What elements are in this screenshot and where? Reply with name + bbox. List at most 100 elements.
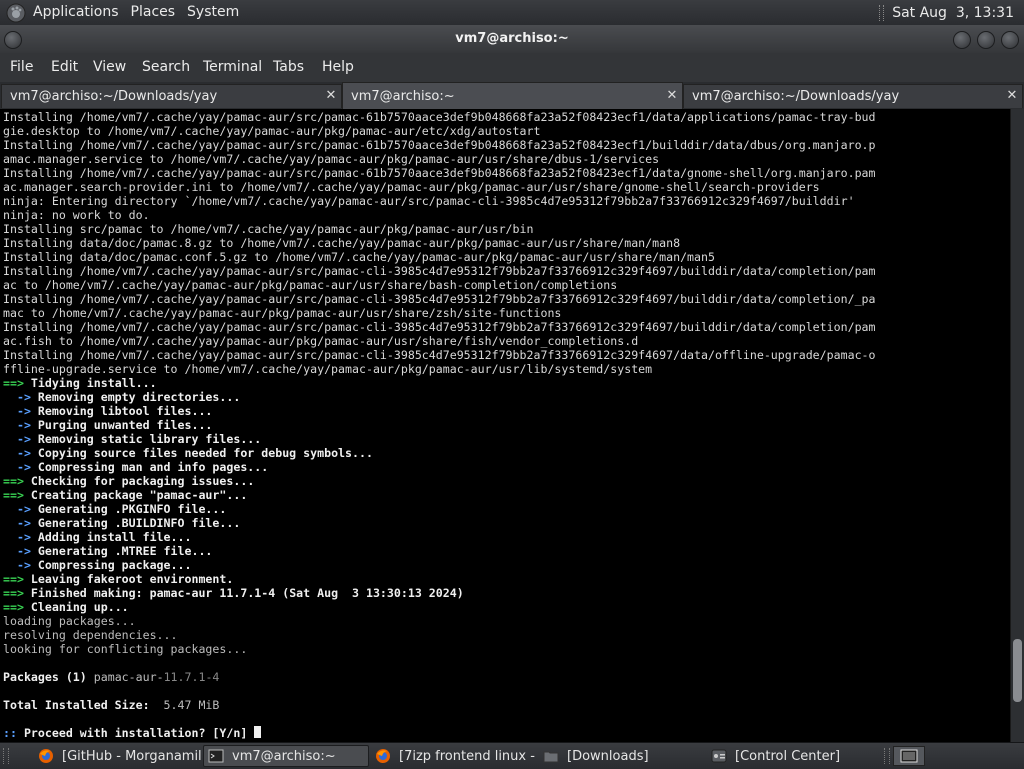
packages-label: Packages (1) [3, 670, 94, 684]
tab-label: vm7@archiso:~/Downloads/yay [692, 89, 900, 104]
stage-arrow: ==> [3, 376, 24, 390]
line-text: Generating .BUILDINFO file... [30, 516, 241, 530]
close-tab-icon[interactable]: ✕ [1005, 89, 1019, 103]
close-tab-icon[interactable]: ✕ [665, 89, 679, 103]
step-arrow: -> [3, 502, 31, 516]
terminal-line: -> Removing static library files... [3, 432, 876, 446]
terminal-line: -> Removing libtool files... [3, 404, 876, 418]
terminal-line: Installing data/doc/pamac.conf.5.gz to /… [3, 250, 876, 264]
applications-menu[interactable]: Applications [33, 0, 119, 25]
window-titlebar[interactable]: vm7@archiso:~ [0, 25, 1024, 53]
taskbar-item-control-center[interactable]: [Control Center] [707, 745, 877, 767]
terminal-line: ac to /home/vm7/.cache/yay/pamac-aur/pkg… [3, 278, 876, 292]
terminal-line: looking for conflicting packages... [3, 642, 876, 656]
gnome-foot-icon[interactable] [6, 3, 26, 23]
step-arrow: -> [3, 404, 31, 418]
terminal-line: -> Generating .MTREE file... [3, 544, 876, 558]
terminal-line: Installing /home/vm7/.cache/yay/pamac-au… [3, 292, 876, 306]
taskbar-item-label: [GitHub - Morganamil... [62, 748, 202, 764]
line-text: ninja: no work to do. [3, 208, 150, 222]
prompt-marker: :: [3, 726, 17, 740]
terminal-line: Installing /home/vm7/.cache/yay/pamac-au… [3, 138, 876, 152]
step-arrow: -> [3, 432, 31, 446]
terminal-line: -> Adding install file... [3, 530, 876, 544]
line-text: Removing static library files... [30, 432, 262, 446]
terminal-scrollbar[interactable] [1010, 109, 1024, 742]
line-text: Installing /home/vm7/.cache/yay/pamac-au… [3, 138, 876, 152]
top-panel: Applications Places System Sat Aug 3, 13… [0, 0, 1024, 26]
menu-terminal[interactable]: Terminal [203, 53, 262, 82]
menu-file[interactable]: File [10, 53, 33, 82]
show-desktop-button[interactable] [893, 746, 925, 766]
minimize-button[interactable] [953, 31, 971, 49]
tab-downloads-yay-1[interactable]: vm7@archiso:~/Downloads/yay ✕ [1, 84, 342, 108]
line-text: Adding install file... [30, 530, 192, 544]
step-arrow: -> [3, 544, 31, 558]
panel-clock[interactable]: Sat Aug 3, 13:31 [892, 5, 1014, 21]
menu-search[interactable]: Search [142, 53, 190, 82]
panel-separator [879, 4, 885, 21]
menu-edit[interactable]: Edit [51, 53, 78, 82]
control-center-icon [711, 749, 727, 763]
stage-arrow: ==> [3, 572, 24, 586]
maximize-button[interactable] [977, 31, 995, 49]
taskbar-item-label: vm7@archiso:~ [232, 748, 336, 764]
menu-help[interactable]: Help [322, 53, 354, 82]
tab-home[interactable]: vm7@archiso:~ ✕ [342, 82, 683, 109]
step-arrow: -> [3, 516, 31, 530]
menu-tabs[interactable]: Tabs [273, 53, 304, 82]
step-arrow: -> [3, 390, 31, 404]
step-arrow: -> [3, 558, 31, 572]
scrollbar-thumb[interactable] [1013, 639, 1022, 702]
desktop-icon [900, 749, 918, 763]
menu-view[interactable]: View [93, 53, 126, 82]
system-menu[interactable]: System [187, 0, 239, 25]
line-text: ffline-upgrade.service to /home/vm7/.cac… [3, 362, 653, 376]
bottom-taskbar: [GitHub - Morganamil... vm7@archiso:~ [7… [0, 742, 1024, 769]
line-text: Compressing man and info pages... [30, 460, 269, 474]
line-text: Creating package "pamac-aur"... [23, 488, 248, 502]
taskbar-item-label: [7izp frontend linux - ... [399, 748, 536, 764]
line-text: Purging unwanted files... [30, 418, 213, 432]
line-text: Copying source files needed for debug sy… [30, 446, 373, 460]
terminal-line: -> Compressing man and info pages... [3, 460, 876, 474]
places-menu[interactable]: Places [131, 0, 176, 25]
line-text: ac.manager.search-provider.ini to /home/… [3, 180, 820, 194]
taskbar-grip [3, 748, 9, 764]
line-text: Removing libtool files... [30, 404, 213, 418]
firefox-icon [376, 749, 390, 763]
stage-arrow: ==> [3, 474, 24, 488]
terminal-output[interactable]: Installing /home/vm7/.cache/yay/pamac-au… [0, 109, 1010, 742]
taskbar-item-downloads[interactable]: [Downloads] [539, 745, 704, 767]
window-title: vm7@archiso:~ [455, 31, 569, 46]
step-arrow: -> [3, 530, 31, 544]
taskbar-item-label: [Downloads] [567, 748, 649, 764]
total-size-label: Total Installed Size: [3, 698, 150, 712]
close-window-button[interactable] [1001, 31, 1019, 49]
terminal-line: Installing /home/vm7/.cache/yay/pamac-au… [3, 166, 876, 180]
line-text: resolving dependencies... [3, 628, 178, 642]
tab-downloads-yay-2[interactable]: vm7@archiso:~/Downloads/yay ✕ [683, 84, 1023, 108]
stage-arrow: ==> [3, 488, 24, 502]
terminal-line: ==> Leaving fakeroot environment. [3, 572, 876, 586]
terminal-line: gie.desktop to /home/vm7/.cache/yay/pama… [3, 124, 876, 138]
terminal-line: -> Generating .PKGINFO file... [3, 502, 876, 516]
taskbar-item-label: [Control Center] [735, 748, 841, 764]
line-text: ac to /home/vm7/.cache/yay/pamac-aur/pkg… [3, 278, 618, 292]
total-size-value: 5.47 MiB [149, 698, 220, 712]
line-text: Installing data/doc/pamac.8.gz to /home/… [3, 236, 681, 250]
terminal-line: mac to /home/vm7/.cache/yay/pamac-aur/pk… [3, 306, 876, 320]
firefox-icon [39, 749, 53, 763]
line-text: Removing empty directories... [30, 390, 241, 404]
taskbar-item-github[interactable]: [GitHub - Morganamil... [34, 745, 202, 767]
tab-label: vm7@archiso:~ [351, 89, 455, 104]
text-cursor [254, 726, 262, 738]
line-text: Cleaning up... [23, 600, 129, 614]
close-tab-icon[interactable]: ✕ [324, 89, 338, 103]
terminal-lines: Installing /home/vm7/.cache/yay/pamac-au… [3, 110, 876, 740]
line-text: looking for conflicting packages... [3, 642, 248, 656]
taskbar-item-terminal[interactable]: vm7@archiso:~ [203, 745, 369, 767]
taskbar-item-7zip-search[interactable]: [7izp frontend linux - ... [371, 745, 536, 767]
